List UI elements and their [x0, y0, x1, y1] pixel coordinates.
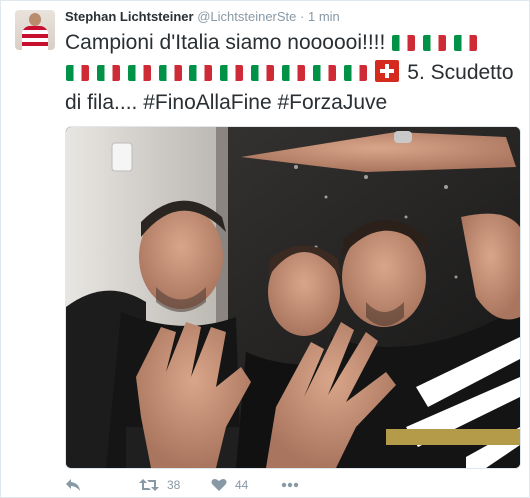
like-button[interactable]: 44: [211, 475, 248, 495]
italy-flag-icon: [343, 65, 367, 81]
italy-flag-icon: [189, 65, 213, 81]
reply-button[interactable]: [65, 475, 81, 495]
selfie-photo: [66, 127, 520, 468]
retweet-icon: [139, 479, 159, 491]
hashtag-forzajuve[interactable]: #ForzaJuve: [277, 91, 387, 114]
tweet-text-line1: Campioni d'Italia siamo noooooi!!!!: [65, 31, 386, 54]
italy-flag-icon: [453, 35, 477, 51]
tweet-photo[interactable]: [65, 126, 521, 469]
separator-dot: ·: [300, 9, 305, 24]
hashtag-finoallafine[interactable]: #FinoAllaFine: [143, 91, 271, 114]
avatar[interactable]: [15, 10, 55, 50]
retweet-count: 38: [167, 478, 181, 492]
italy-flag-icon: [423, 35, 447, 51]
italy-flag-icon: [158, 65, 182, 81]
swiss-flag-icon: [375, 60, 400, 82]
tweet-header: Stephan Lichtsteiner @LichtsteinerSte · …: [65, 9, 340, 25]
more-icon: [281, 482, 299, 488]
italy-flag-icon: [312, 65, 336, 81]
tweet-actions: 38 44: [65, 475, 525, 495]
author-name[interactable]: Stephan Lichtsteiner: [65, 9, 194, 24]
italy-flag-icon: [251, 65, 275, 81]
italy-flag-icon: [220, 65, 244, 81]
italy-flag-icon: [127, 65, 151, 81]
retweet-button[interactable]: 38: [139, 475, 180, 495]
like-icon: [211, 478, 227, 491]
italy-flag-icon: [281, 65, 305, 81]
author-handle[interactable]: @LichtsteinerSte: [197, 9, 296, 24]
reply-icon: [66, 479, 80, 491]
like-count: 44: [235, 478, 249, 492]
italy-flag-icon: [96, 65, 120, 81]
tweet-timestamp[interactable]: 1 min: [308, 9, 340, 24]
italy-flag-icon: [392, 35, 416, 51]
more-button[interactable]: [281, 475, 299, 495]
tweet-text: Campioni d'Italia siamo noooooi!!!! 5. S…: [65, 28, 520, 118]
tweet-card[interactable]: Stephan Lichtsteiner @LichtsteinerSte · …: [0, 0, 530, 498]
italy-flag-icon: [66, 65, 89, 81]
